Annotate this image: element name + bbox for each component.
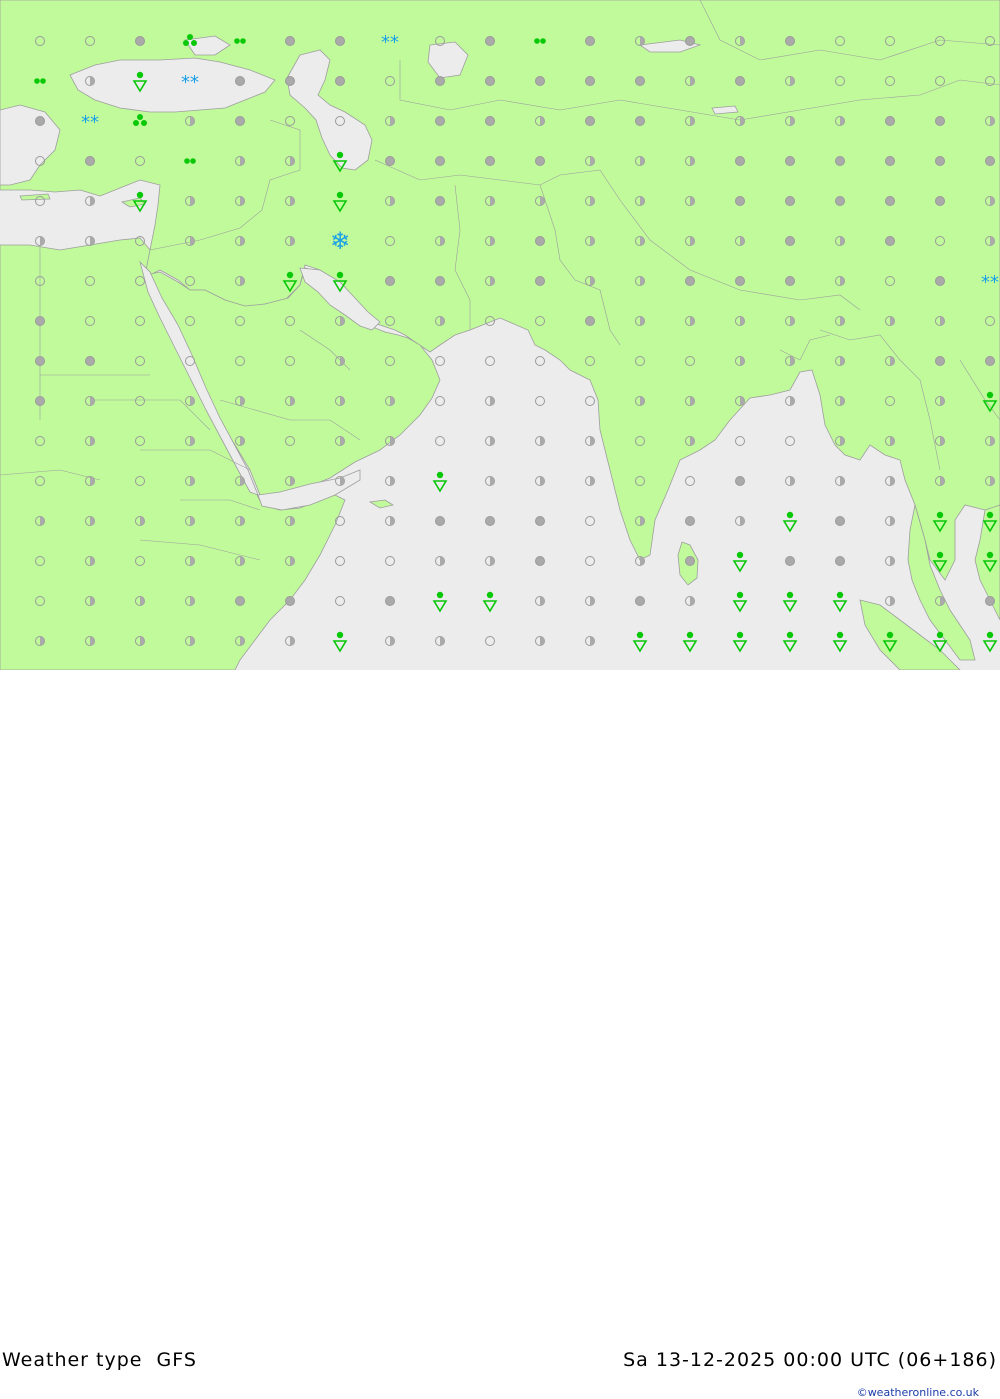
overcast-dot [635,116,645,126]
overcast-dot [935,356,945,366]
overcast-dot [385,276,395,286]
map-datetime: Sa 13-12-2025 00:00 UTC (06+186) [623,1349,997,1371]
snow-icon: ** [981,272,999,293]
overcast-dot [735,156,745,166]
overcast-dot [285,36,295,46]
overcast-dot [535,236,545,246]
overcast-dot [585,116,595,126]
overcast-dot [685,36,695,46]
overcast-dot [35,356,45,366]
overcast-dot [35,116,45,126]
overcast-dot [135,36,145,46]
overcast-dot [435,116,445,126]
overcast-dot [435,156,445,166]
heavy-snow-icon: ❄ [330,227,350,255]
overcast-dot [535,556,545,566]
overcast-dot [685,556,695,566]
overcast-dot [385,596,395,606]
overcast-dot [285,76,295,86]
overcast-dot [235,596,245,606]
overcast-dot [785,236,795,246]
overcast-dot [735,276,745,286]
credit-link[interactable]: ©weatheronline.co.uk [857,1386,979,1399]
overcast-dot [785,156,795,166]
overcast-dot [435,76,445,86]
overcast-dot [835,556,845,566]
snow-icon: ** [81,112,99,133]
overcast-dot [785,36,795,46]
overcast-dot [935,276,945,286]
overcast-dot [835,516,845,526]
overcast-dot [535,276,545,286]
overcast-dot [985,156,995,166]
overcast-dot [935,156,945,166]
snow-icon: ** [181,72,199,93]
overcast-dot [835,156,845,166]
overcast-dot [485,36,495,46]
overcast-dot [985,356,995,366]
overcast-dot [885,116,895,126]
overcast-dot [335,76,345,86]
overcast-dot [735,76,745,86]
overcast-dot [785,556,795,566]
overcast-dot [685,516,695,526]
overcast-dot [235,76,245,86]
overcast-dot [85,356,95,366]
overcast-dot [785,196,795,206]
overcast-dot [335,36,345,46]
overcast-dot [685,276,695,286]
overcast-dot [785,276,795,286]
overcast-dot [535,156,545,166]
overcast-dot [485,156,495,166]
overcast-dot [35,316,45,326]
overcast-dot [585,76,595,86]
overcast-dot [535,76,545,86]
overcast-dot [535,516,545,526]
overcast-dot [885,196,895,206]
overcast-dot [635,596,645,606]
overcast-dot [235,116,245,126]
overcast-dot [635,76,645,86]
overcast-dot [885,156,895,166]
weather-map: ** ** ** ❄ ** [0,0,1000,670]
overcast-dot [735,476,745,486]
overcast-dot [385,156,395,166]
overcast-dot [485,76,495,86]
overcast-dot [485,116,495,126]
snow-icon: ** [381,32,399,53]
overcast-dot [435,516,445,526]
overcast-dot [935,196,945,206]
overcast-dot [885,236,895,246]
overcast-dot [735,196,745,206]
overcast-dot [585,36,595,46]
overcast-dot [985,596,995,606]
overcast-dot [835,196,845,206]
overcast-dot [85,156,95,166]
overcast-dot [935,116,945,126]
map-title: Weather type GFS [2,1349,197,1371]
overcast-dot [285,596,295,606]
overcast-dot [585,316,595,326]
overcast-dot [35,396,45,406]
overcast-dot [435,276,445,286]
overcast-dot [435,196,445,206]
map-footer: Weather type GFS Sa 13-12-2025 00:00 UTC… [0,670,1000,1399]
overcast-dot [485,516,495,526]
